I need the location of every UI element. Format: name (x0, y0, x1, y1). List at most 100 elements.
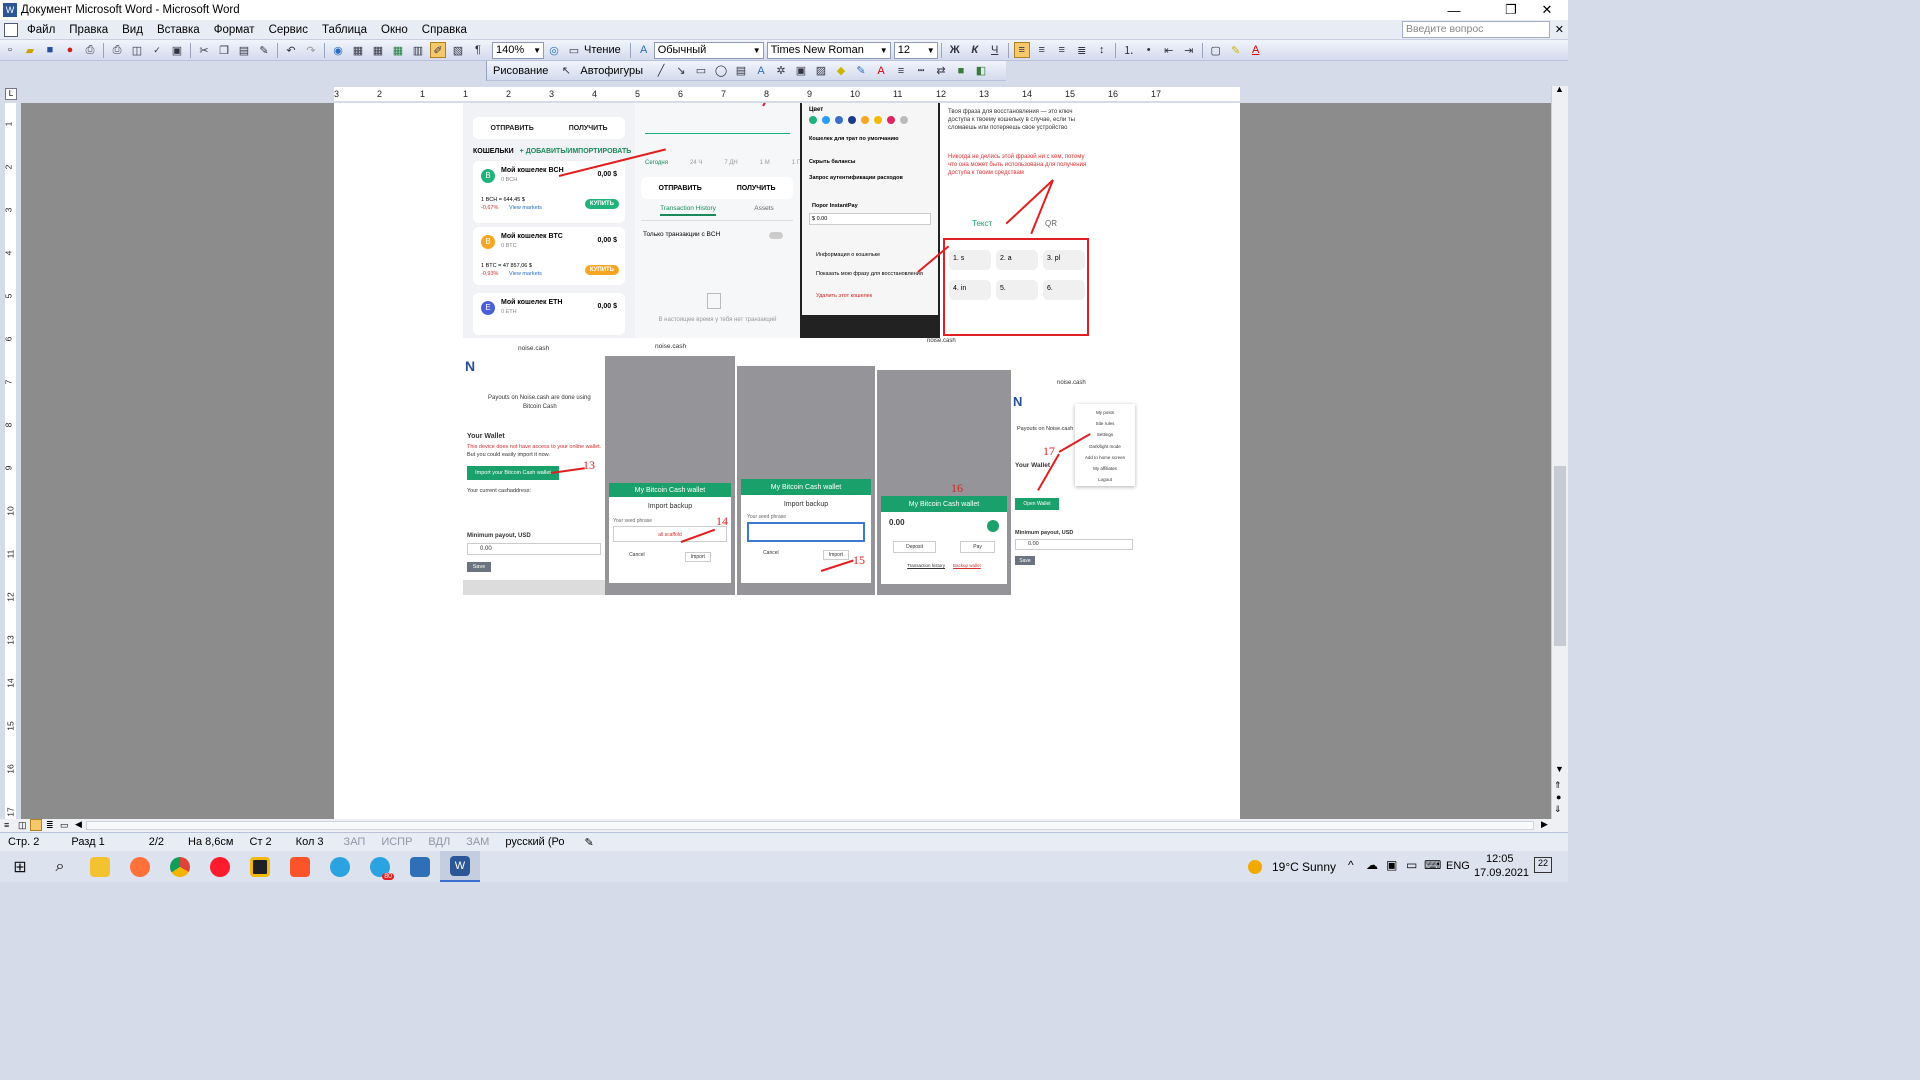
tab-selector-icon[interactable]: L (5, 88, 17, 100)
read-button[interactable]: Чтение (584, 44, 621, 56)
insert-excel-icon[interactable]: ▦ (390, 42, 406, 58)
tray-date[interactable]: 17.09.2021 (1474, 867, 1529, 879)
select-objects-icon[interactable]: ↖ (558, 63, 574, 79)
autoshapes-menu[interactable]: Автофигуры (580, 65, 643, 77)
align-center-icon[interactable]: ≡ (1034, 42, 1050, 58)
open-icon[interactable]: ▰ (22, 42, 38, 58)
new-doc-icon[interactable]: ▫ (2, 42, 18, 58)
font-select[interactable]: Times New Roman ▼ (766, 41, 891, 59)
justify-icon[interactable]: ≣ (1074, 42, 1090, 58)
help-search-input[interactable]: Введите вопрос (1402, 21, 1550, 38)
reading-view-icon[interactable]: ▭ (60, 820, 69, 831)
line-style-icon[interactable]: ≡ (893, 63, 909, 79)
vertical-scroll-thumb[interactable] (1554, 466, 1566, 646)
menu-close-icon[interactable]: ✕ (1555, 23, 1564, 36)
scroll-up-icon[interactable]: ▲ (1555, 84, 1564, 94)
vertical-ruler[interactable]: 123456789101112131415161718 (0, 103, 21, 860)
oval-icon[interactable]: ◯ (713, 63, 729, 79)
taskbar-brave[interactable] (280, 851, 320, 882)
font-size-select[interactable]: 12 ▼ (893, 41, 938, 59)
increase-indent-icon[interactable]: ⇥ (1181, 42, 1197, 58)
status-rec[interactable]: ЗАП (336, 836, 374, 848)
shadow-icon[interactable]: ■ (953, 63, 969, 79)
clipart-icon[interactable]: ▣ (793, 63, 809, 79)
search-button[interactable]: ⌕ (40, 851, 80, 882)
horizontal-ruler[interactable]: L 3 2 1 1 2 3 4 5 6 7 8 9 10 11 12 13 14 15 16 17 (0, 86, 1568, 103)
horizontal-scrollbar[interactable]: ≡ ◫ ≣ ▭ ◀ ▶ (0, 819, 1568, 832)
preview-icon[interactable]: ◫ (129, 42, 145, 58)
taskbar-firefox[interactable] (120, 851, 160, 882)
text-color-icon[interactable]: A (873, 63, 889, 79)
tray-cloud-icon[interactable]: ☁ (1366, 858, 1378, 872)
save-icon[interactable]: ■ (42, 42, 58, 58)
align-left-icon[interactable]: ≡ (1013, 42, 1030, 58)
cut-icon[interactable]: ✂ (196, 42, 212, 58)
menu-edit[interactable]: Правка (62, 24, 115, 36)
rectangle-icon[interactable]: ▭ (693, 63, 709, 79)
styles-pane-icon[interactable]: A (636, 42, 652, 58)
status-language[interactable]: русский (Ро (497, 836, 572, 848)
normal-view-icon[interactable]: ≡ (4, 820, 9, 830)
3d-icon[interactable]: ◧ (973, 63, 989, 79)
textbox-icon[interactable]: ▤ (733, 63, 749, 79)
close-button[interactable]: ✕ (1524, 0, 1570, 20)
menu-file[interactable]: Файл (20, 24, 62, 36)
arrow-icon[interactable]: ↘ (673, 63, 689, 79)
print-layout-icon[interactable] (30, 819, 42, 831)
line-spacing-icon[interactable]: ↕ (1094, 42, 1110, 58)
picture-icon[interactable]: ▨ (813, 63, 829, 79)
numbering-icon[interactable]: ⒈ (1121, 42, 1137, 58)
status-ext[interactable]: ВДЛ (420, 836, 458, 848)
help-icon[interactable]: ◎ (546, 42, 562, 58)
menu-insert[interactable]: Вставка (150, 24, 207, 36)
font-color-icon[interactable]: A (1248, 42, 1264, 58)
zoom-select[interactable]: 140% ▼ (492, 41, 544, 59)
read-icon[interactable]: ▭ (566, 42, 582, 58)
menu-view[interactable]: Вид (115, 24, 150, 36)
format-painter-icon[interactable]: ✎ (256, 42, 272, 58)
dash-style-icon[interactable]: ┅ (913, 63, 929, 79)
underline-button[interactable]: Ч (987, 42, 1003, 58)
tray-keyboard-icon[interactable]: ⌨ (1424, 858, 1441, 872)
tray-language[interactable]: ENG (1446, 860, 1470, 872)
line-color-icon[interactable]: ✎ (853, 63, 869, 79)
menu-table[interactable]: Таблица (315, 24, 374, 36)
fill-color-icon[interactable]: ◆ (833, 63, 849, 79)
bold-button[interactable]: Ж (947, 42, 963, 58)
browse-object-icon[interactable]: ● (1556, 792, 1561, 802)
arrow-style-icon[interactable]: ⇄ (933, 63, 949, 79)
document-map-icon[interactable]: ▧ (450, 42, 466, 58)
drawing-menu[interactable]: Рисование (493, 65, 548, 77)
tray-display-icon[interactable]: ▣ (1386, 858, 1397, 872)
redo-icon[interactable]: ↷ (303, 42, 319, 58)
outline-view-icon[interactable]: ≣ (46, 820, 54, 831)
menu-format[interactable]: Формат (207, 24, 262, 36)
taskbar-photos[interactable] (400, 851, 440, 882)
weather-icon[interactable] (1248, 860, 1262, 874)
web-view-icon[interactable]: ◫ (18, 820, 27, 831)
decrease-indent-icon[interactable]: ⇤ (1161, 42, 1177, 58)
print-preview-icon[interactable]: ⎙ (109, 42, 125, 58)
scroll-down-icon[interactable]: ▼ (1555, 764, 1564, 774)
wordart-icon[interactable]: A (753, 63, 769, 79)
permission-icon[interactable]: ● (62, 42, 78, 58)
taskbar-binance[interactable] (240, 851, 280, 882)
scroll-right-icon[interactable]: ▶ (1541, 819, 1548, 830)
menu-help[interactable]: Справка (415, 24, 474, 36)
vertical-scrollbar[interactable]: ▲ ▼ ⇑ ● ⇓ (1551, 84, 1568, 819)
spelling-icon[interactable]: ✓ (149, 42, 165, 58)
menu-window[interactable]: Окно (374, 24, 415, 36)
diagram-icon[interactable]: ✲ (773, 63, 789, 79)
status-trk[interactable]: ИСПР (373, 836, 420, 848)
taskbar-opera[interactable] (200, 851, 240, 882)
show-hide-icon[interactable]: ¶ (470, 42, 486, 58)
drawing-icon[interactable]: ✐ (430, 42, 446, 58)
line-icon[interactable]: ╱ (653, 63, 669, 79)
next-page-icon[interactable]: ⇓ (1554, 804, 1562, 815)
insert-table-icon[interactable]: ▦ (370, 42, 386, 58)
italic-button[interactable]: К (967, 42, 983, 58)
weather-text[interactable]: Sunny (1302, 860, 1336, 874)
paste-icon[interactable]: ▤ (236, 42, 252, 58)
tray-chevron-icon[interactable]: ^ (1348, 858, 1354, 872)
align-right-icon[interactable]: ≡ (1054, 42, 1070, 58)
